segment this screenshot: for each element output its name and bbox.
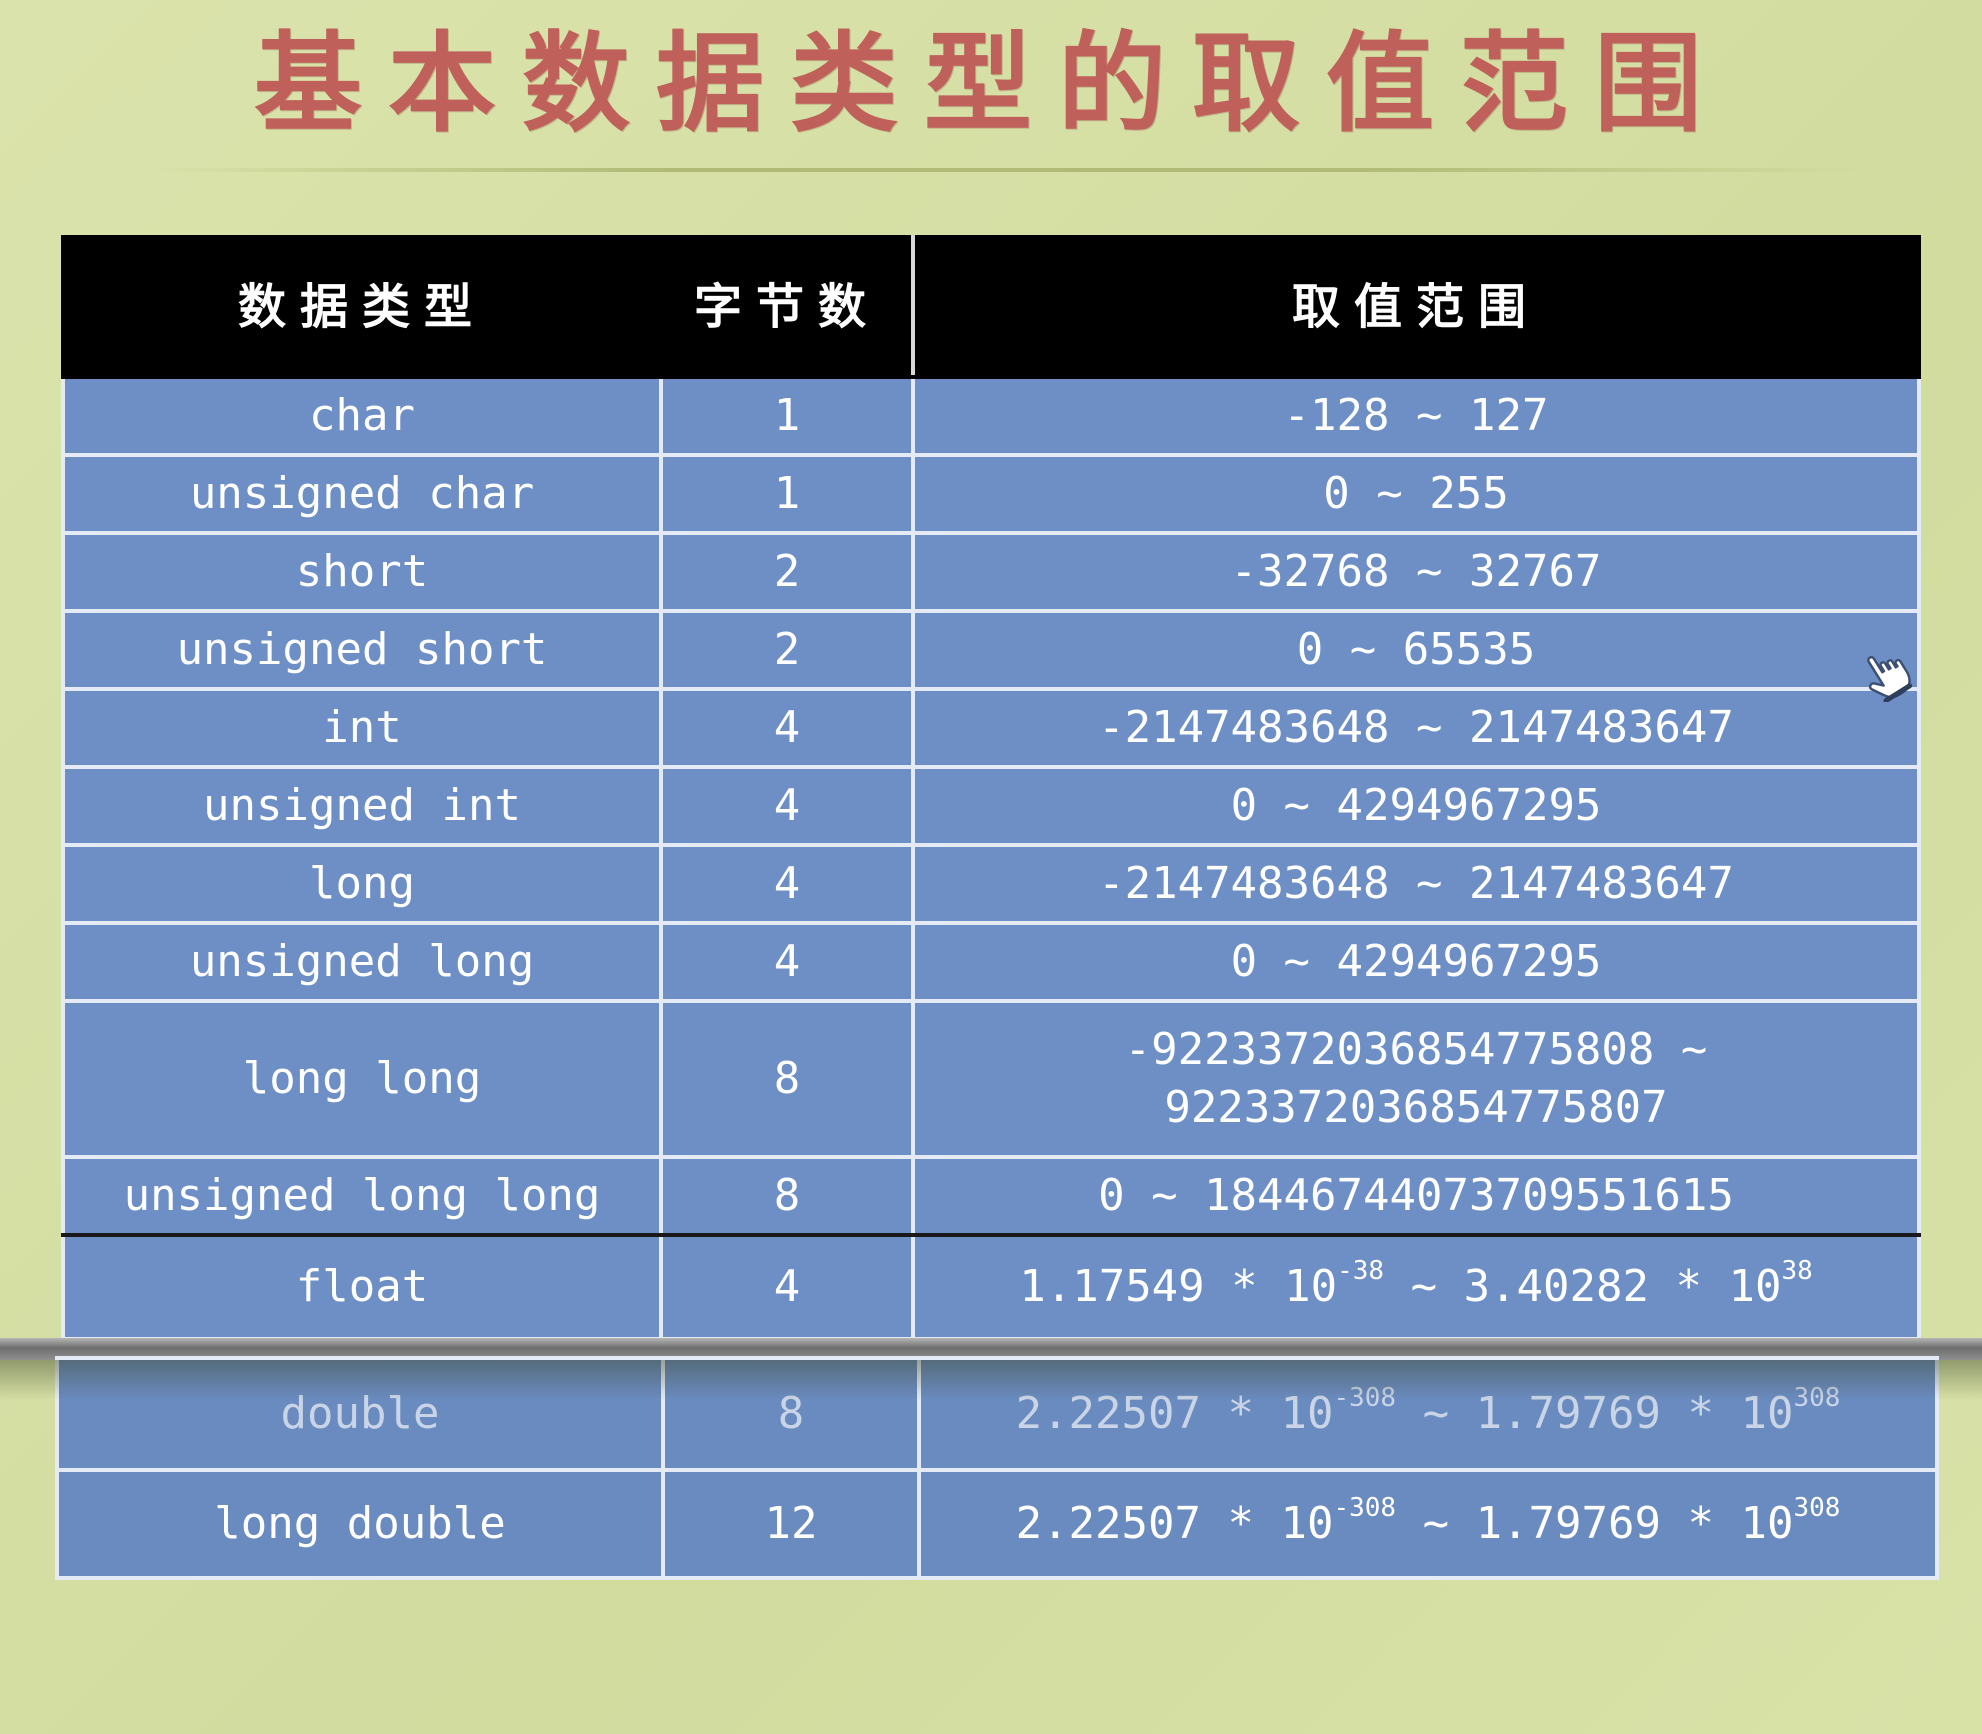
range-base: ~ 3.40282 * 10: [1384, 1261, 1782, 1312]
cell-bytes: 1: [659, 375, 915, 457]
cell-range: 0 ~ 4294967295: [911, 765, 1921, 847]
cell-range: -2147483648 ~ 2147483647: [911, 843, 1921, 925]
cell-type: int: [61, 687, 663, 769]
cell-bytes: 4: [659, 921, 915, 1003]
table-row: unsigned long long 8 0 ~ 184467440737095…: [61, 1155, 1921, 1237]
range-base: ~ 1.79769 * 10: [1396, 1498, 1794, 1549]
table-row: unsigned char 1 0 ~ 255: [61, 453, 1921, 535]
cell-type: unsigned short: [61, 609, 663, 691]
cell-bytes: 4: [659, 687, 915, 769]
table-row: long long 8 -9223372036854775808 ~ 92233…: [61, 999, 1921, 1159]
cell-bytes: 8: [659, 1155, 915, 1237]
table-row: short 2 -32768 ~ 32767: [61, 531, 1921, 613]
table-row: float 4 1.17549 * 10-38 ~ 3.40282 * 1038: [61, 1233, 1921, 1341]
cell-type: double: [55, 1356, 665, 1472]
range-base: 2.22507 * 10: [1015, 1388, 1334, 1439]
slide-title: 基本数据类型的取值范围: [253, 21, 1728, 147]
cell-range: 2.22507 * 10-308 ~ 1.79769 * 10308: [917, 1468, 1939, 1580]
range-base: 1.17549 * 10: [1019, 1261, 1338, 1312]
hand-pointer-icon: [1867, 656, 1913, 702]
cell-bytes: 4: [659, 843, 915, 925]
table-row: char 1 -128 ~ 127: [61, 375, 1921, 457]
table-row: long 4 -2147483648 ~ 2147483647: [61, 843, 1921, 925]
cell-range: 2.22507 * 10-308 ~ 1.79769 * 10308: [917, 1356, 1939, 1472]
data-type-table: 数据类型 字节数 取值范围 char 1 -128 ~ 127 unsigned…: [61, 235, 1921, 1341]
header-value-range: 取值范围: [911, 235, 1921, 379]
table-header-row: 数据类型 字节数 取值范围: [61, 235, 1921, 379]
range-exponent: -38: [1337, 1256, 1385, 1286]
cell-type: unsigned long long: [61, 1155, 663, 1237]
range-exponent: 38: [1781, 1256, 1813, 1286]
cell-bytes: 2: [659, 531, 915, 613]
data-type-table-continued: double 8 2.22507 * 10-308 ~ 1.79769 * 10…: [55, 1356, 1939, 1580]
cell-range: -128 ~ 127: [911, 375, 1921, 457]
cell-type: unsigned int: [61, 765, 663, 847]
table-row: long double 12 2.22507 * 10-308 ~ 1.7976…: [55, 1468, 1939, 1580]
range-exponent: 308: [1793, 1383, 1841, 1413]
cell-range: 0 ~ 65535: [911, 609, 1921, 691]
cell-type: unsigned char: [61, 453, 663, 535]
cell-range: 0 ~ 4294967295: [911, 921, 1921, 1003]
cell-range: 0 ~ 18446744073709551615: [911, 1155, 1921, 1237]
cell-type: long long: [61, 999, 663, 1159]
cell-type: short: [61, 531, 663, 613]
table-row: double 8 2.22507 * 10-308 ~ 1.79769 * 10…: [55, 1356, 1939, 1472]
cell-bytes: 1: [659, 453, 915, 535]
cell-bytes: 8: [661, 1356, 921, 1472]
cell-range: 0 ~ 255: [911, 453, 1921, 535]
range-exponent: -308: [1333, 1383, 1397, 1413]
range-base: ~ 1.79769 * 10: [1396, 1388, 1794, 1439]
header-data-type: 数据类型: [61, 235, 663, 379]
cell-bytes: 4: [659, 765, 915, 847]
cell-range: 1.17549 * 10-38 ~ 3.40282 * 1038: [911, 1233, 1921, 1341]
cell-range: -2147483648 ~ 2147483647: [911, 687, 1921, 769]
title-divider: [150, 168, 1870, 172]
range-base: 2.22507 * 10: [1015, 1498, 1334, 1549]
header-byte-count: 字节数: [659, 235, 915, 379]
table-row: unsigned short 2 0 ~ 65535: [61, 609, 1921, 691]
cell-bytes: 12: [661, 1468, 921, 1580]
table-row: unsigned long 4 0 ~ 4294967295: [61, 921, 1921, 1003]
range-line-2: 9223372036854775807: [1164, 1082, 1668, 1133]
cell-range: -32768 ~ 32767: [911, 531, 1921, 613]
range-exponent: 308: [1793, 1493, 1841, 1523]
cell-type: long double: [55, 1468, 665, 1580]
cell-type: float: [61, 1233, 663, 1341]
cell-bytes: 8: [659, 999, 915, 1159]
table-row: unsigned int 4 0 ~ 4294967295: [61, 765, 1921, 847]
table-row: int 4 -2147483648 ~ 2147483647: [61, 687, 1921, 769]
range-line-1: -9223372036854775808 ~: [1124, 1024, 1708, 1075]
cell-type: unsigned long: [61, 921, 663, 1003]
cell-bytes: 2: [659, 609, 915, 691]
range-exponent: -308: [1333, 1493, 1397, 1523]
cell-type: long: [61, 843, 663, 925]
cell-type: char: [61, 375, 663, 457]
cell-bytes: 4: [659, 1233, 915, 1341]
cell-range: -9223372036854775808 ~ 92233720368547758…: [911, 999, 1921, 1159]
